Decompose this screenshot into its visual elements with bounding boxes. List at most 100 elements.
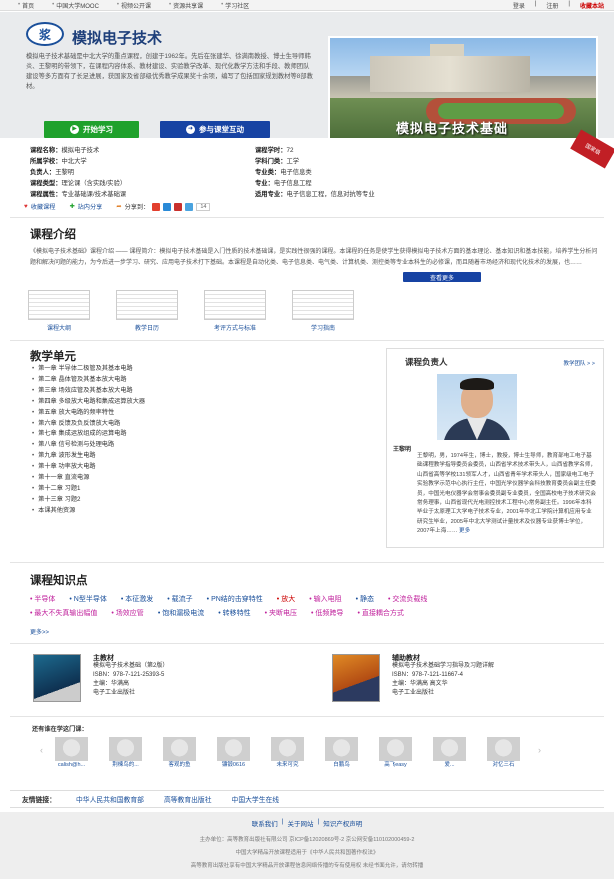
view-more-button[interactable]: 查看更多 [403,272,481,282]
unit-item[interactable]: 第四章 多级放大电路和集成运算放大器 [32,397,145,408]
qzone-icon[interactable] [163,202,172,211]
divider [10,716,604,717]
unit-item[interactable]: 第五章 放大电路的频率特性 [32,408,145,419]
nav-community[interactable]: • 学习社区 [213,1,257,10]
learner-item[interactable]: 爱... [433,737,466,769]
leader-photo [437,374,517,440]
unit-item[interactable]: 第十二章 习题1 [32,484,145,495]
other-learners: calish@h... 荆楝鸟的... 客观的鱼 镰锻0616 未来可究 白鹏鸟… [55,737,520,769]
leader-name: 王黎明 [393,447,412,453]
avatar [487,737,520,761]
knowledge-point[interactable]: • 输入电阻 [309,594,341,604]
learner-item[interactable]: 对忆三石 [487,737,520,769]
book-cover [332,654,380,702]
unit-item[interactable]: 第六章 反馈及负反馈放大电路 [32,419,145,430]
units-heading: 教学单元 [30,351,76,363]
login-link[interactable]: 登录 [513,1,525,10]
unit-item[interactable]: 第十三章 习题2 [32,495,145,506]
avatar [379,737,412,761]
divider [10,340,604,341]
unit-item[interactable]: 第八章 信号检测与处理电路 [32,440,145,451]
chevron-right-icon[interactable]: › [538,745,541,755]
knowledge-point[interactable]: • 饱和漏极电流 [158,608,204,618]
footer-copyright: 中国大学精品开放课程适用于《中华人民共和国著作权法》 [235,850,379,856]
doc-guide[interactable]: 学习指南 [292,290,354,332]
knowledge-point[interactable]: • 夹断电压 [265,608,297,618]
knowledge-point[interactable]: • 交流负载线 [388,594,427,604]
unit-item[interactable]: 第十一章 直流电源 [32,473,145,484]
join-interaction-button[interactable]: ➜ 参与课堂互动 [160,121,270,138]
learner-item[interactable]: 白鹏鸟 [325,737,358,769]
share-count: 14 [196,202,211,211]
knowledge-point[interactable]: • 直接耦合方式 [357,608,403,618]
intro-text: 《模拟电子技术基础》课程介绍 —— 课程简介：模拟电子技术基础是入门性质的技术基… [30,249,598,266]
nav-mooc[interactable]: • 中国大学MOOC [44,1,107,10]
unit-item[interactable]: 第一章 半导体二极管及其基本电路 [32,364,145,375]
knowledge-point[interactable]: • 载流子 [167,594,192,604]
nav-video[interactable]: • 视频公开课 [109,1,159,10]
ip-notice-link[interactable]: 知识产权声明 [323,818,362,828]
unit-item[interactable]: 第九章 波形发生电路 [32,451,145,462]
nav-resource[interactable]: • 资源共享课 [161,1,211,10]
knowledge-heading: 课程知识点 [30,575,88,587]
nav-home[interactable]: • 首页 [10,1,42,10]
intro-heading: 课程介绍 [30,229,76,241]
document-thumbnail [116,290,178,320]
knowledge-point[interactable]: • N型半导体 [69,594,106,604]
avatar [163,737,196,761]
knowledge-point[interactable]: • 转移特性 [218,608,250,618]
register-link[interactable]: 注册 [546,1,558,10]
knowledge-more-link[interactable]: 更多>> [30,627,49,636]
knowledge-point[interactable]: • PN结的击穿特性 [207,594,263,604]
avatar [55,737,88,761]
knowledge-point[interactable]: • 最大不失真输出幅值 [30,608,97,618]
bookmark-link[interactable]: 收藏本站 [580,1,604,10]
knowledge-point[interactable]: • 场效应管 [111,608,143,618]
unit-item[interactable]: 第三章 场效应管及其基本放大电路 [32,386,145,397]
favorite-course-button[interactable]: ♥ 收藏课程 [24,202,55,211]
chevron-left-icon[interactable]: ‹ [40,745,43,755]
heart-icon: ♥ [24,203,28,210]
start-learning-button[interactable]: ▶ 开始学习 [44,121,139,138]
weibo-icon[interactable] [152,202,161,211]
aux-textbook[interactable]: 辅助教材 模拟电子技术基础学习指导及习题详解 ISBN：978-7-121-11… [332,654,602,704]
unit-item[interactable]: 第十章 功率放大电路 [32,462,145,473]
avatar [433,737,466,761]
more-share-icon[interactable] [185,202,194,211]
doc-assessment[interactable]: 考评方式与标准 [204,290,266,332]
share-bar: ♥ 收藏课程 ✚ 站内分享 ➦ 分享到： 14 [24,202,211,211]
doc-calendar[interactable]: 教学日历 [116,290,178,332]
contact-us-link[interactable]: 联系我们 [252,818,278,828]
link-moe[interactable]: 中华人民共和国教育部 [76,794,144,804]
doc-syllabus[interactable]: 课程大纲 [28,290,90,332]
unit-item[interactable]: 第七章 集成运放组成的运算电路 [32,429,145,440]
about-link[interactable]: 关于网站 [288,818,314,828]
share-arrow-icon: ➦ [116,203,122,210]
info-fit-major: 适用专业：电子信息工程，信息对抗等专业 [255,191,375,198]
renren-icon[interactable] [174,202,183,211]
teaching-team-link[interactable]: 教学团队 > > [564,359,595,367]
knowledge-point[interactable]: • 低频跨导 [311,608,343,618]
learner-item[interactable]: 未来可究 [271,737,304,769]
learner-item[interactable]: 荆楝鸟的... [109,737,142,769]
knowledge-point[interactable]: • 静态 [356,594,374,604]
link-hep[interactable]: 高等教育出版社 [164,794,212,804]
site-share-button[interactable]: ✚ 站内分享 [69,202,102,211]
bio-more-link[interactable]: 更多 [459,528,470,534]
unit-item[interactable]: 第二章 晶体管及其基本放大电路 [32,375,145,386]
knowledge-point[interactable]: • 半导体 [30,594,55,604]
link-univs[interactable]: 中国大学生在线 [232,794,280,804]
learner-item[interactable]: calish@h... [55,737,88,769]
knowledge-point[interactable]: • 本征激发 [121,594,153,604]
info-attribute: 课程属性：专业基础课/技术基础课 [30,191,127,198]
knowledge-point[interactable]: • 放大 [277,594,295,604]
book-cover [33,654,81,702]
learner-item[interactable]: 客观的鱼 [163,737,196,769]
main-textbook[interactable]: 主教材 模拟电子技术基础（第2版） ISBN：978-7-121-25393-5… [33,654,293,704]
unit-item[interactable]: 本课其他资源 [32,506,145,517]
info-category: 学科门类：工学 [255,158,300,165]
learner-item[interactable]: 高飞easy [379,737,412,769]
info-class: 专业类：电子信息类 [255,169,312,176]
unit-list: 第一章 半导体二极管及其基本电路 第二章 晶体管及其基本放大电路 第三章 场效应… [32,364,145,517]
learner-item[interactable]: 镰锻0616 [217,737,250,769]
